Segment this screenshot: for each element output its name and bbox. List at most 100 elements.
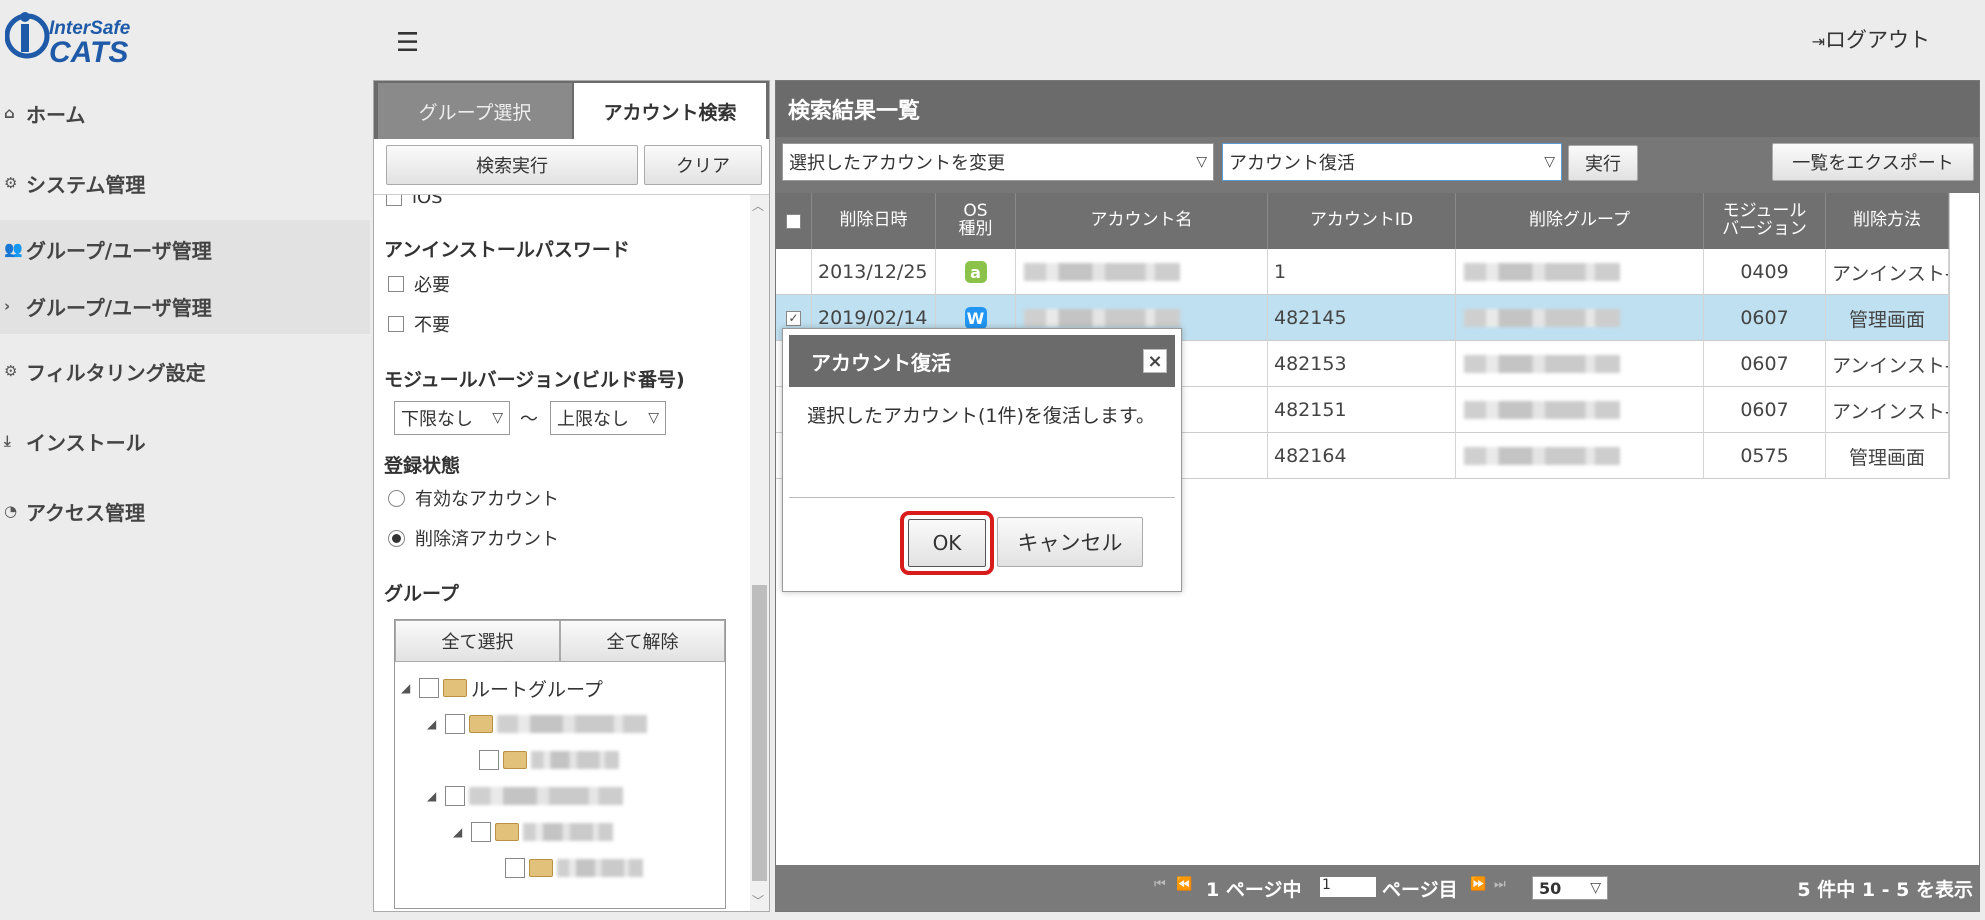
col-os-type[interactable]: OS 種別 [936,193,1016,249]
col-account-id[interactable]: アカウントID [1268,193,1456,249]
checkbox[interactable] [505,858,525,878]
sidebar-item-system[interactable]: ⚙ システム管理 [0,152,370,214]
logout-link[interactable]: ⇥ログアウト [1812,24,1930,54]
page-label-suffix: ページ目 [1382,879,1458,901]
sidebar-item-install[interactable]: ⤓ インストール [0,410,370,472]
account-id-cell: 482145 [1268,295,1456,341]
home-icon: ⌂ [4,104,15,122]
redacted-group-name [1464,263,1620,281]
col-delete-method[interactable]: 削除方法 [1826,193,1949,249]
scroll-down-icon[interactable]: ﹀ [752,892,764,909]
windows-icon: W [964,307,987,329]
deleted-date-cell: 2013/12/25 [812,249,936,295]
sidebar-item-home[interactable]: ⌂ ホーム [0,82,370,144]
prev-page-icon[interactable]: ⏪ [1176,877,1192,892]
checkbox[interactable] [471,822,491,842]
search-execute-button[interactable]: 検索実行 [386,145,638,185]
col-deleted-date[interactable]: 削除日時 [812,193,936,249]
col-module-version[interactable]: モジュール バージョン [1704,193,1826,249]
checkbox[interactable] [419,678,439,698]
checkbox[interactable] [388,276,404,292]
first-page-icon[interactable]: ⏮ [1154,877,1166,892]
close-icon[interactable]: × [1143,349,1167,373]
chevron-down-icon: ▽ [1544,154,1555,170]
module-version-cell: 0607 [1704,295,1826,341]
scroll-up-icon[interactable]: ︿ [752,197,764,214]
row-checkbox-checked[interactable]: ✓ [786,310,801,326]
deleted-account-radio[interactable]: 削除済アカウント [388,525,559,551]
chevron-down-icon: ▽ [492,410,503,426]
select-all-header[interactable] [776,193,812,249]
pager-bar: ⏮ ⏪ 1 ページ中 1 ページ目 ⏩ ⏭ 50 ▽ 5 件中 1 - 5 を表示 [776,865,1979,911]
execute-button[interactable]: 実行 [1568,145,1638,181]
redacted-account-name [1024,309,1180,327]
ios-checkbox[interactable]: iOS [386,195,443,208]
module-version-label: モジュールバージョン(ビルド番号) [384,369,685,391]
deleted-group-cell [1456,295,1704,341]
deselect-all-button[interactable]: 全て解除 [560,620,725,662]
col-deleted-group[interactable]: 削除グループ [1456,193,1704,249]
hamburger-menu-icon[interactable]: ☰ [396,28,419,58]
sidebar-subitem-group-user[interactable]: › グループ/ユーザ管理 [0,278,370,334]
checkbox[interactable] [445,714,465,734]
export-list-button[interactable]: 一覧をエクスポート [1772,143,1974,181]
account-id-cell: 1 [1268,249,1456,295]
checkbox[interactable] [479,750,499,770]
scrollbar-thumb[interactable] [752,585,767,881]
action-value-select[interactable]: アカウント復活 ▽ [1222,143,1562,181]
checkbox[interactable] [388,316,404,332]
deleted-group-cell [1456,387,1704,433]
last-page-icon[interactable]: ⏭ [1494,877,1506,892]
sidebar-item-access[interactable]: ◔ アクセス管理 [0,480,370,542]
sidebar-item-filtering[interactable]: ⚙ フィルタリング設定 [0,340,370,402]
tree-node[interactable] [505,850,643,886]
tree-node[interactable] [479,742,619,778]
uninstall-notrequired-checkbox[interactable]: 不要 [388,311,450,337]
expand-triangle-icon[interactable]: ◢ [401,681,419,695]
account-id-cell: 482153 [1268,341,1456,387]
tab-account-search[interactable]: アカウント検索 [574,83,766,139]
table-row[interactable]: 2013/12/25 a 1 0409 アンインスト- [776,249,1979,295]
ok-button[interactable]: OK [908,519,986,567]
module-version-min-select[interactable]: 下限なし ▽ [394,401,510,435]
page-label-prefix: 1 ページ中 [1206,879,1302,901]
tab-group-select[interactable]: グループ選択 [378,83,572,139]
tree-node[interactable]: ◢ [427,778,623,814]
radio-button[interactable] [388,489,405,507]
header-checkbox[interactable] [786,213,801,229]
cancel-button[interactable]: キャンセル [997,517,1143,567]
sidebar-item-group-user[interactable]: 👥 グループ/ユーザ管理 [0,220,370,278]
clear-button[interactable]: クリア [644,145,762,185]
tree-node[interactable]: ◢ [453,814,613,850]
results-title: 検索結果一覧 [776,81,1979,137]
redacted-group-name [531,751,619,769]
range-separator: 〜 [520,409,538,430]
radio-button-selected[interactable] [388,529,405,547]
page-number-input[interactable]: 1 [1320,877,1376,897]
expand-triangle-icon[interactable]: ◢ [427,789,445,803]
expand-triangle-icon[interactable]: ◢ [453,825,471,839]
redacted-group-name [557,859,643,877]
row-select-cell[interactable] [776,249,812,295]
active-account-radio[interactable]: 有効なアカウント [388,485,559,511]
expand-triangle-icon[interactable]: ◢ [427,717,445,731]
search-form-scroll: iOS アンインストールパスワード 必要 不要 モジュールバージョン(ビルド番号… [374,195,750,911]
tree-node[interactable]: ◢ [427,706,647,742]
module-version-cell: 0575 [1704,433,1826,479]
checkbox[interactable] [386,195,402,206]
module-version-max-select[interactable]: 上限なし ▽ [550,401,666,435]
uninstall-required-checkbox[interactable]: 必要 [388,271,450,297]
select-all-button[interactable]: 全て選択 [395,620,560,662]
per-page-select[interactable]: 50 ▽ [1532,876,1608,900]
next-page-icon[interactable]: ⏩ [1470,877,1486,892]
gears-icon: ⚙ [4,362,18,380]
folder-icon [469,715,493,733]
intersafe-cats-logo: InterSafe CATS [4,6,165,69]
module-version-cell: 0607 [1704,387,1826,433]
scrollbar[interactable]: ︿ ﹀ [750,195,769,911]
redacted-group-name [1464,401,1620,419]
action-type-select[interactable]: 選択したアカウントを変更 ▽ [782,143,1214,181]
checkbox[interactable] [445,786,465,806]
col-account-name[interactable]: アカウント名 [1016,193,1268,249]
tree-node-root[interactable]: ◢ ルートグループ [401,670,603,706]
